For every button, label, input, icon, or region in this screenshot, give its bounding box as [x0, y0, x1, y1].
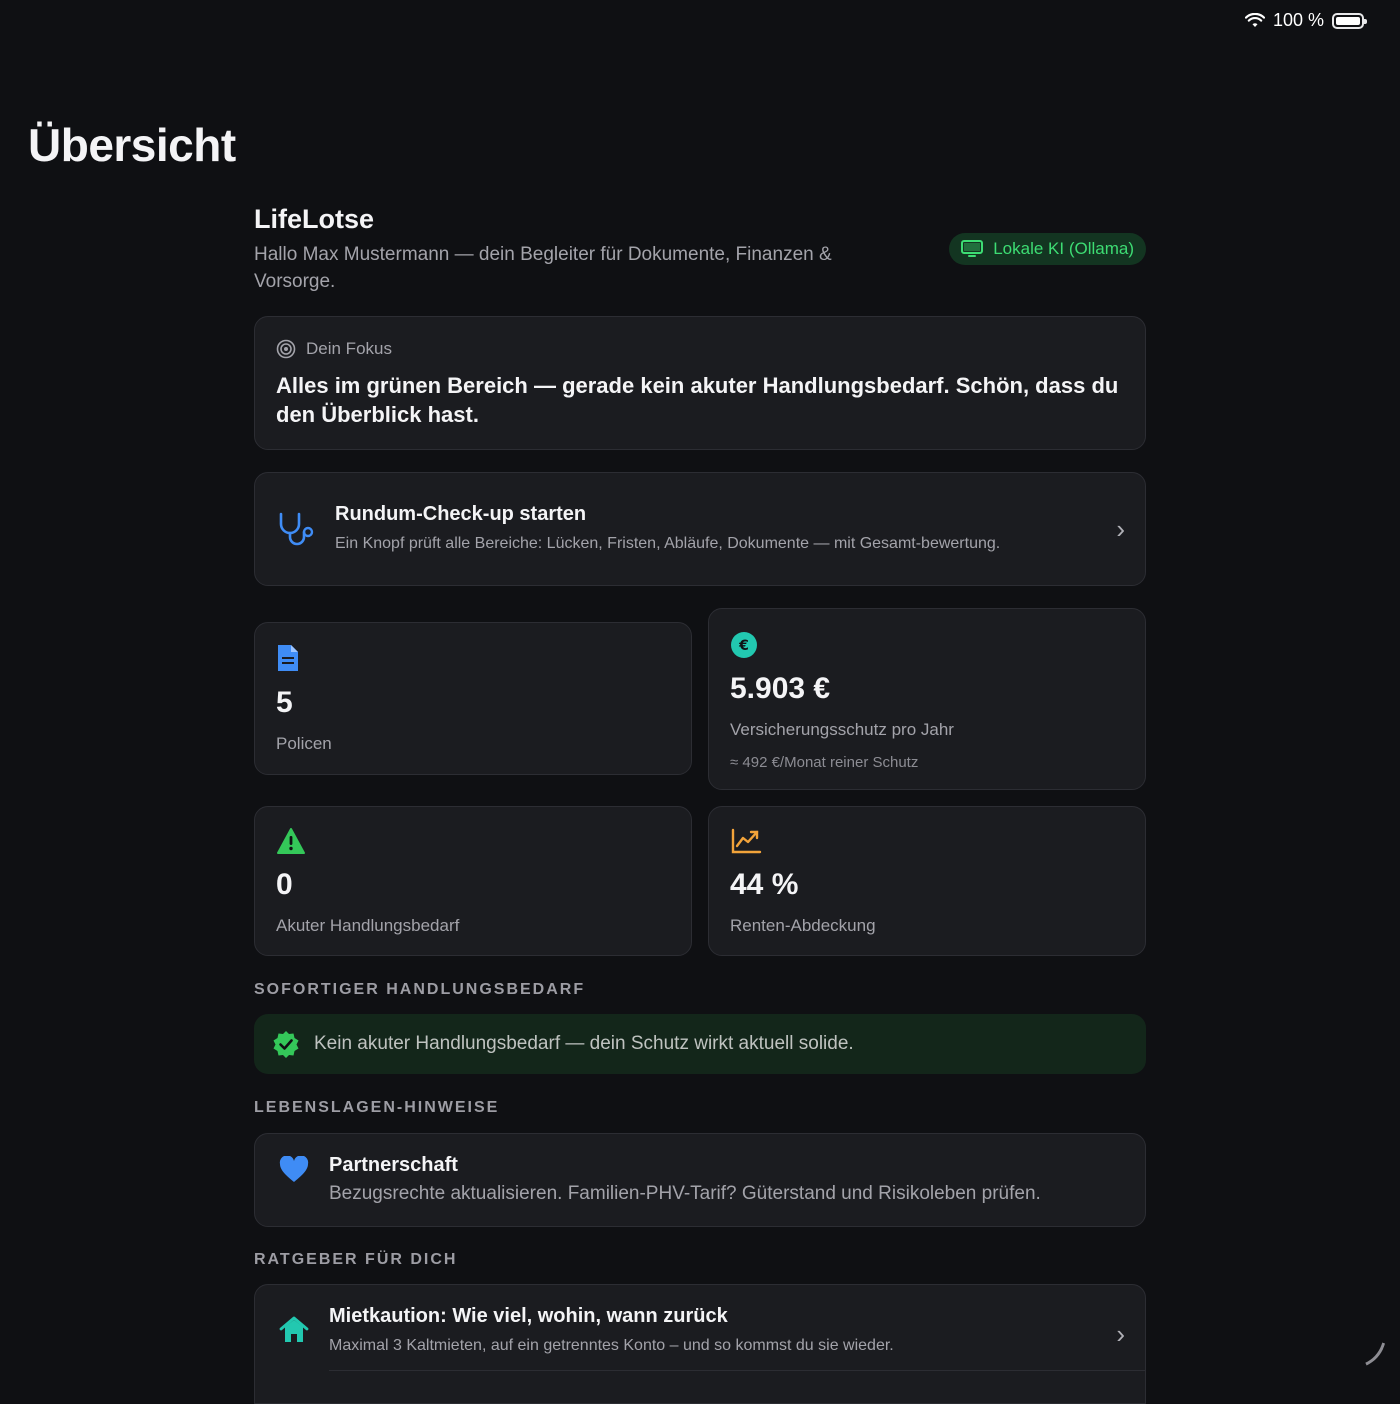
focus-header: Dein Fokus — [276, 339, 1124, 359]
urgent-status-banner: Kein akuter Handlungsbedarf — dein Schut… — [254, 1014, 1146, 1074]
euro-icon: € — [731, 632, 757, 658]
focus-label: Dein Fokus — [306, 339, 392, 358]
guide-title: Mietkaution: Wie viel, wohin, wann zurüc… — [329, 1305, 728, 1327]
stats-grid: 5 Policen € 5.903 € Versicherungsschutz … — [254, 608, 1146, 956]
insurance-label: Versicherungsschutz pro Jahr — [730, 720, 954, 739]
stethoscope-icon — [279, 512, 314, 546]
scroll-indicator — [1337, 1330, 1386, 1379]
battery-level — [1336, 16, 1360, 25]
house-icon — [279, 1316, 309, 1342]
wifi-icon — [1244, 12, 1265, 27]
focus-text: Alles im grünen Bereich — gerade kein ak… — [276, 373, 1119, 427]
guide-description: Maximal 3 Kaltmieten, auf ein getrenntes… — [329, 1337, 894, 1354]
chevron-right-icon: › — [1116, 1319, 1125, 1349]
monitor-icon — [961, 240, 984, 257]
stat-card-insurance[interactable]: € 5.903 € Versicherungsschutz pro Jahr ≈… — [708, 608, 1146, 790]
policies-value: 5 — [276, 686, 293, 719]
status-bar: 100 % — [1244, 10, 1367, 31]
main-content: LifeLotse Hallo Max Mustermann — dein Be… — [254, 204, 1146, 1404]
life-hint-body: Partnerschaft Bezugsrechte aktualisieren… — [329, 1154, 1041, 1205]
battery-icon — [1332, 12, 1367, 29]
life-hint-card[interactable]: Partnerschaft Bezugsrechte aktualisieren… — [254, 1133, 1146, 1227]
local-ai-badge[interactable]: Lokale KI (Ollama) — [949, 233, 1146, 265]
insurance-value: 5.903 € — [730, 672, 831, 705]
guide-item-rent-deposit[interactable]: Mietkaution: Wie viel, wohin, wann zurüc… — [254, 1284, 1146, 1404]
battery-percentage: 100 % — [1272, 10, 1324, 30]
checkup-button[interactable]: Rundum-Check-up starten Ein Knopf prüft … — [254, 472, 1146, 586]
life-hint-description: Bezugsrechte aktualisieren. Familien-PHV… — [329, 1183, 1041, 1204]
svg-text:€: € — [738, 638, 749, 654]
policies-label: Policen — [276, 734, 332, 753]
page-title: Übersicht — [28, 119, 236, 171]
chevron-right-icon: › — [1116, 513, 1125, 544]
checkup-title: Rundum-Check-up starten — [335, 502, 587, 525]
warning-icon — [277, 828, 305, 854]
stat-card-pension[interactable]: 44 % Renten-Abdeckung — [708, 806, 1146, 956]
pension-label: Renten-Abdeckung — [730, 916, 876, 935]
chart-icon — [731, 828, 762, 854]
target-icon — [276, 339, 296, 359]
section-guide-title: RATGEBER FÜR DICH — [254, 1251, 458, 1268]
list-divider — [329, 1370, 1145, 1371]
local-ai-label: Lokale KI (Ollama) — [993, 239, 1134, 258]
life-hint-title: Partnerschaft — [329, 1154, 458, 1176]
section-urgent-title: SOFORTIGER HANDLUNGSBEDARF — [254, 981, 586, 998]
insurance-monthly: ≈ 492 €/Monat reiner Schutz — [730, 754, 919, 771]
checkup-description: Ein Knopf prüft alle Bereiche: Lücken, F… — [335, 534, 1001, 552]
app-header: LifeLotse Hallo Max Mustermann — dein Be… — [254, 204, 1146, 295]
greeting-text: Hallo Max Mustermann — dein Begleiter fü… — [254, 244, 832, 292]
urgent-value: 0 — [276, 868, 293, 901]
guide-body: Mietkaution: Wie viel, wohin, wann zurüc… — [329, 1305, 1116, 1358]
heart-icon — [279, 1156, 309, 1182]
check-seal-icon — [273, 1031, 299, 1058]
checkup-body: Rundum-Check-up starten Ein Knopf prüft … — [335, 503, 1116, 556]
stat-card-urgent[interactable]: 0 Akuter Handlungsbedarf — [254, 806, 692, 956]
document-icon — [278, 645, 298, 671]
stat-card-policies[interactable]: 5 Policen — [254, 622, 692, 775]
urgent-label: Akuter Handlungsbedarf — [276, 916, 460, 935]
urgent-status-text: Kein akuter Handlungsbedarf — dein Schut… — [314, 1033, 854, 1054]
pension-value: 44 % — [730, 868, 799, 901]
section-life-title: LEBENSLAGEN-HINWEISE — [254, 1099, 500, 1116]
app-name: LifeLotse — [254, 204, 375, 234]
focus-card: Dein Fokus Alles im grünen Bereich — ger… — [254, 316, 1146, 450]
